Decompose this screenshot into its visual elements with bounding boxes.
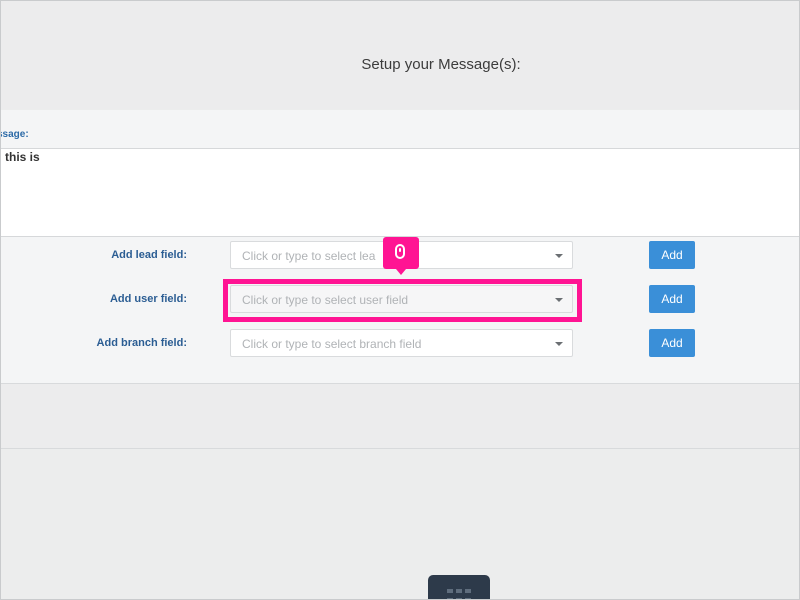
page-title: Setup your Message(s): (361, 56, 521, 73)
user-field-label: Add user field: (109, 293, 187, 305)
click-target-highlight (223, 279, 582, 322)
add-lead-field-button[interactable]: Add (649, 241, 695, 269)
add-user-field-button[interactable]: Add (649, 285, 695, 313)
branch-field-select[interactable]: Click or type to select branch field (230, 329, 573, 357)
message-label-band (1, 110, 799, 148)
app-window: Setup your Message(s): ssage: this is Ad… (0, 0, 800, 600)
lower-band (1, 384, 799, 449)
header-band (1, 1, 799, 109)
chevron-down-icon (555, 342, 563, 346)
lead-field-label: Add lead field: (111, 249, 187, 261)
branch-field-row: Add branch field: Click or type to selec… (1, 329, 799, 359)
click-indicator-badge (383, 237, 419, 275)
app-launcher-tab[interactable] (428, 575, 490, 599)
message-label: ssage: (0, 129, 29, 140)
message-textarea[interactable] (1, 148, 799, 237)
add-branch-field-button[interactable]: Add (649, 329, 695, 357)
grid-icon (447, 589, 471, 599)
chevron-down-icon (555, 254, 563, 258)
branch-field-label: Add branch field: (96, 337, 187, 349)
message-text: this is (5, 150, 40, 164)
branch-field-placeholder: Click or type to select branch field (242, 337, 422, 351)
lead-field-placeholder: Click or type to select lea (242, 249, 376, 263)
mouse-icon (395, 244, 405, 259)
